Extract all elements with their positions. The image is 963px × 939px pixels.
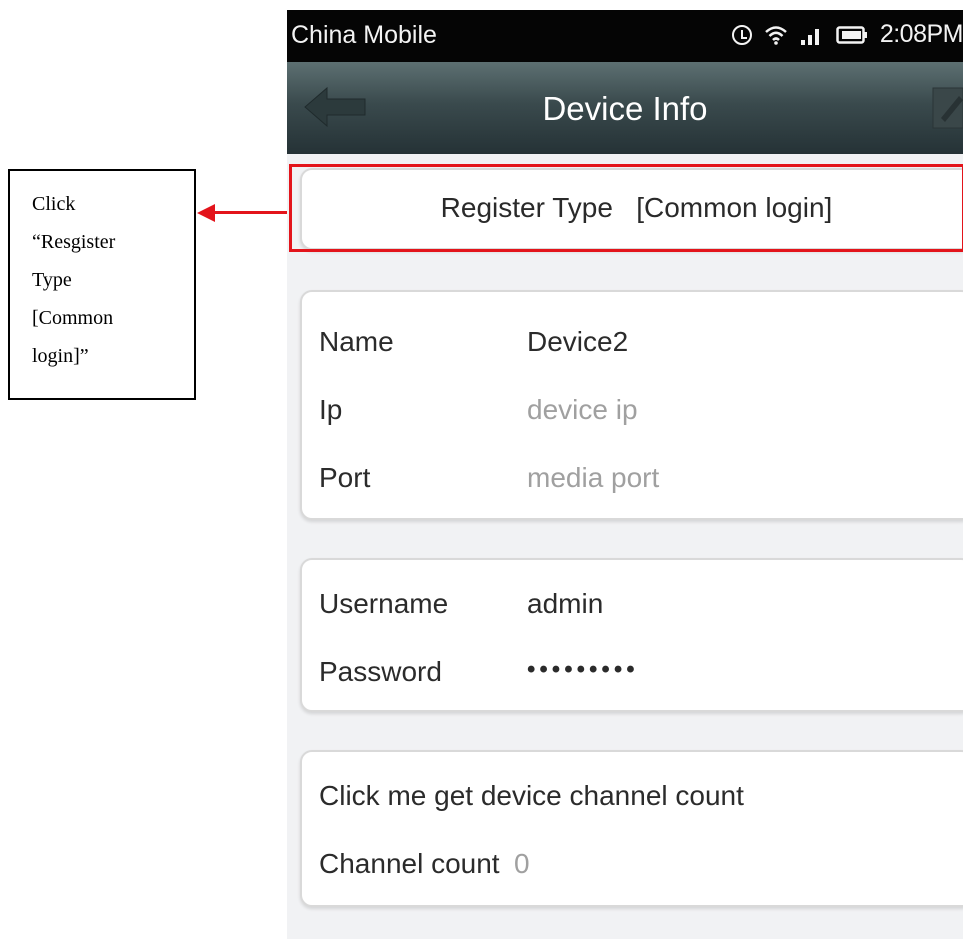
phone-screen: China Mobile 2:08PM Device Info Register… [287,10,963,939]
signal-icon [800,25,824,45]
device-info-card: Name Device2 Ip device ip Port media por… [300,290,963,520]
channel-count-value: 0 [514,848,530,879]
status-icons: 2:08PM [731,20,963,49]
alarm-icon [731,24,752,45]
carrier-name: China Mobile [291,21,437,49]
get-channel-count-button[interactable]: Click me get device channel count [319,780,744,812]
title-bar: Device Info [287,62,963,154]
clock: 2:08PM [879,20,963,48]
port-field[interactable]: media port [527,462,659,494]
ip-field[interactable]: device ip [527,394,638,426]
status-bar: China Mobile 2:08PM [287,10,963,62]
channel-card: Click me get device channel count Channe… [300,750,963,907]
name-label: Name [319,326,394,357]
channel-count-label: Channel count [319,848,500,879]
edit-icon[interactable] [929,82,963,137]
annotation-arrow-line [214,211,298,214]
annotation-line: login]” [32,345,89,367]
ip-label: Ip [319,394,343,425]
page-title: Device Info [542,90,708,127]
port-label: Port [319,462,371,493]
password-label: Password [319,656,442,687]
annotation-callout: Click “Resgister Type [Common login]” [8,169,196,400]
wifi-icon [764,25,788,45]
username-label: Username [319,588,449,619]
credentials-card: Username admin Password ••••••••• [300,558,963,712]
name-field[interactable]: Device2 [527,326,628,358]
annotation-arrow-head [197,204,215,222]
password-field[interactable]: ••••••••• [527,656,639,684]
battery-icon [836,25,868,45]
annotation-line: Type [32,269,72,291]
register-type-highlight [289,164,963,252]
annotation-line: [Common [32,307,114,329]
annotation-line: Click [32,193,76,215]
username-field[interactable]: admin [527,588,603,620]
annotation-line: “Resgister [32,231,116,253]
